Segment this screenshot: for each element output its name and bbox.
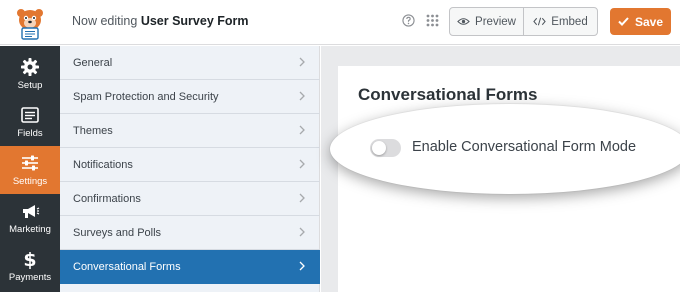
settings-item-label: Notifications [73,158,133,171]
settings-item-label: Themes [73,124,113,137]
settings-panel: General Spam Protection and Security The… [60,46,320,292]
eye-icon [457,18,470,25]
chevron-right-icon [299,57,305,67]
settings-item-label: General [73,56,113,69]
gear-icon [21,58,39,76]
chevron-right-icon [299,193,305,203]
chevron-right-icon [299,159,305,169]
form-name: User Survey Form [140,14,249,28]
preview-label: Preview [475,15,516,28]
preview-button[interactable]: Preview [450,8,523,35]
dollar-icon: $ [23,249,36,269]
preview-embed-group: Preview Embed [449,7,598,36]
toggle-label[interactable]: Enable Conversational Form Mode [412,139,636,155]
nav-setup-label: Setup [17,80,43,91]
checkmark-icon [618,17,629,26]
embed-label: Embed [551,15,588,28]
nav-fields[interactable]: Fields [0,98,60,146]
settings-item-general[interactable]: General [60,46,320,80]
svg-text:$: $ [23,249,36,269]
code-icon [533,17,547,26]
settings-item-themes[interactable]: Themes [60,114,320,148]
chevron-right-icon [299,227,305,237]
nav-settings-label: Settings [12,176,48,187]
question-circle-icon[interactable] [402,14,415,27]
nav-payments-label: Payments [8,272,52,283]
settings-item-spam-protection[interactable]: Spam Protection and Security [60,80,320,114]
save-label: Save [634,14,664,29]
settings-item-surveys-polls[interactable]: Surveys and Polls [60,216,320,250]
chevron-right-icon [299,91,305,101]
title-prefix: Now editing [72,14,138,28]
fields-list-icon [21,107,39,123]
settings-item-label: Confirmations [73,192,141,205]
settings-item-label: Spam Protection and Security [73,90,219,103]
wpforms-logo[interactable] [0,0,60,45]
nav-fields-label: Fields [17,128,43,139]
nav-setup[interactable]: Setup [0,50,60,98]
nav-marketing-label: Marketing [9,224,51,235]
save-button[interactable]: Save [610,8,671,35]
nav-settings[interactable]: Settings [0,146,60,194]
bear-mascot-icon [17,8,43,40]
toggle-knob [372,141,386,155]
sliders-icon [22,155,38,171]
nav-payments[interactable]: $ Payments [0,242,60,290]
chevron-right-icon [299,261,305,271]
settings-item-notifications[interactable]: Notifications [60,148,320,182]
settings-item-label: Surveys and Polls [73,226,162,239]
nav-marketing[interactable]: Marketing [0,194,60,242]
top-bar: Now editing User Survey Form Preview Emb… [0,0,680,45]
embed-button[interactable]: Embed [523,8,597,35]
section-title: Conversational Forms [358,85,538,104]
editing-title: Now editing User Survey Form [72,14,249,28]
settings-item-conversational-forms[interactable]: Conversational Forms [60,250,320,284]
settings-item-confirmations[interactable]: Confirmations [60,182,320,216]
chevron-right-icon [299,125,305,135]
settings-item-label: Conversational Forms [73,260,181,273]
builder-sidebar: Setup Fields Settings Marketing $ Paymen… [0,46,60,292]
conversational-mode-toggle[interactable] [370,139,401,157]
megaphone-icon [23,205,40,218]
grid-dots-icon[interactable] [426,14,439,27]
